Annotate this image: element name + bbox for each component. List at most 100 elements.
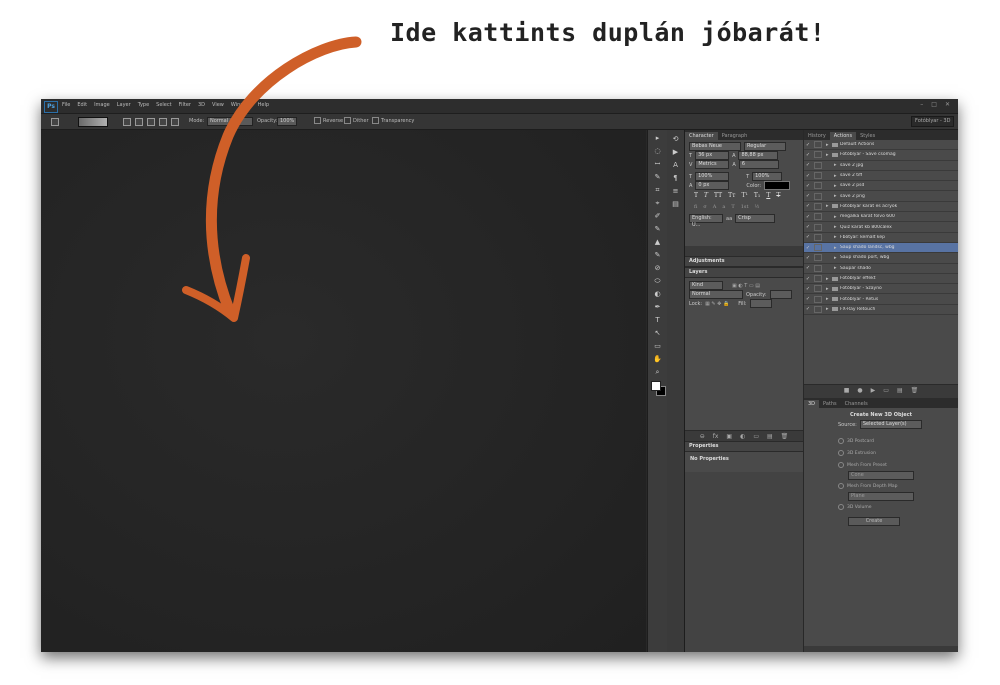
all-caps-button[interactable]: TT (714, 192, 722, 199)
layer-kind-filter[interactable]: Kind (689, 281, 723, 290)
lasso-tool-icon[interactable]: ꟷ (653, 160, 662, 168)
action-check-icon[interactable]: ✓ (804, 173, 812, 179)
option-mesh-preset[interactable]: Mesh From Preset (804, 459, 958, 471)
menu-type[interactable]: Type (138, 102, 149, 108)
workspace-select[interactable]: Fotóblyar - 3D (911, 116, 954, 127)
action-row[interactable]: ✓ ▸ Fotóblyar effekt (804, 274, 958, 285)
action-check-icon[interactable]: ✓ (804, 245, 812, 251)
layers-header[interactable]: Layers (685, 267, 803, 278)
action-dialog-toggle[interactable] (814, 223, 822, 231)
action-row[interactable]: ✓ ▸ Fotóblyar - Retus (804, 294, 958, 305)
group-icon[interactable]: ▭ (753, 433, 759, 440)
option-mesh-depth[interactable]: Mesh From Depth Map (804, 480, 958, 492)
lock-icons[interactable]: ▦ ✎ ✥ 🔒 (705, 301, 729, 307)
stamp-tool-icon[interactable]: ▲ (653, 238, 662, 246)
new-action-icon[interactable]: ▤ (897, 387, 903, 394)
action-row[interactable]: ✓ ▸ Saupar shado (804, 264, 958, 274)
create-button[interactable]: Create (848, 517, 900, 526)
new-set-icon[interactable]: ▭ (883, 387, 889, 394)
foreground-color[interactable] (650, 381, 661, 391)
small-caps-button[interactable]: Tт (728, 192, 735, 199)
font-size-input[interactable]: 36 px (695, 151, 730, 160)
play-icon[interactable]: ▶ (871, 387, 876, 394)
action-check-icon[interactable]: ✓ (804, 142, 812, 148)
action-check-icon[interactable]: ✓ (804, 296, 812, 302)
tab-styles[interactable]: Styles (856, 132, 879, 140)
properties-icon[interactable]: ≡ (672, 187, 680, 195)
adjustments-header[interactable]: Adjustments (685, 256, 803, 267)
action-row[interactable]: ✓ ▸ save 2 tiff (804, 171, 958, 182)
transparency-checkbox[interactable] (372, 117, 379, 124)
faux-bold-button[interactable]: T (694, 192, 698, 199)
menu-select[interactable]: Select (156, 102, 171, 108)
action-row[interactable]: ✓ ▸ Fotóblyar - Save csomag (804, 150, 958, 161)
angle-gradient-icon[interactable] (147, 118, 155, 126)
underline-button[interactable]: T (766, 192, 770, 199)
link-layers-icon[interactable]: ⊖ (700, 433, 705, 440)
quick-select-tool-icon[interactable]: ✎ (653, 173, 662, 181)
action-dialog-toggle[interactable] (814, 161, 822, 169)
menu-window[interactable]: Window (231, 102, 251, 108)
preset-select[interactable]: Cone (848, 471, 914, 480)
new-layer-icon[interactable]: ▤ (767, 433, 773, 440)
history-icon[interactable]: ⟲ (672, 135, 680, 143)
action-dialog-toggle[interactable] (814, 305, 822, 313)
superscript-button[interactable]: T¹ (741, 192, 747, 199)
action-row[interactable]: ✓ ▸ Saup shado port, wbg (804, 253, 958, 264)
hand-tool-icon[interactable]: ✋ (653, 355, 662, 363)
action-row[interactable]: ✓ ▸ Default Actions (804, 140, 958, 151)
action-dialog-toggle[interactable] (814, 264, 822, 272)
radio-icon[interactable] (838, 450, 844, 456)
menu-help[interactable]: Help (258, 102, 269, 108)
action-dialog-toggle[interactable] (814, 192, 822, 200)
path-select-tool-icon[interactable]: ↖ (653, 329, 662, 337)
action-check-icon[interactable]: ✓ (804, 286, 812, 292)
action-check-icon[interactable]: ✓ (804, 224, 812, 230)
adjustment-layer-icon[interactable]: ◐ (740, 433, 745, 440)
tab-3d[interactable]: 3D (804, 400, 820, 408)
paragraph-icon[interactable]: ¶ (672, 174, 680, 182)
layer-opacity-input[interactable] (769, 290, 792, 299)
fraction-button[interactable]: ½ (754, 204, 759, 210)
action-dialog-toggle[interactable] (814, 141, 822, 149)
action-dialog-toggle[interactable] (814, 172, 822, 180)
action-check-icon[interactable]: ✓ (804, 162, 812, 168)
fx-icon[interactable]: fx (713, 433, 719, 440)
radio-icon[interactable] (838, 462, 844, 468)
menu-edit[interactable]: Edit (77, 102, 87, 108)
menu-image[interactable]: Image (94, 102, 110, 108)
crop-tool-icon[interactable]: ⌗ (653, 186, 662, 194)
option-3d-volume[interactable]: 3D Volume (804, 501, 958, 513)
linear-gradient-icon[interactable] (123, 118, 131, 126)
action-dialog-toggle[interactable] (814, 285, 822, 293)
tab-actions[interactable]: Actions (829, 132, 857, 140)
source-select[interactable]: Selected Layer(s) (859, 420, 922, 429)
alternates-button[interactable]: a (722, 204, 725, 210)
shape-tool-icon[interactable]: ▭ (653, 342, 662, 350)
tab-channels[interactable]: Channels (841, 400, 872, 408)
tab-history[interactable]: History (804, 132, 830, 140)
mask-icon[interactable]: ▣ (726, 433, 732, 440)
titling-button[interactable]: T (731, 204, 734, 210)
tool-preset-icon[interactable] (51, 118, 59, 126)
minimize-button[interactable]: – (920, 101, 923, 108)
action-dialog-toggle[interactable] (814, 295, 822, 303)
action-dialog-toggle[interactable] (814, 213, 822, 221)
option-3d-postcard[interactable]: 3D Postcard (804, 435, 958, 447)
radio-icon[interactable] (838, 504, 844, 510)
tab-paths[interactable]: Paths (819, 400, 841, 408)
healing-tool-icon[interactable]: ✐ (653, 212, 662, 220)
action-row[interactable]: ✓ ▸ save 2 psd (804, 181, 958, 192)
tracking-input[interactable]: 6 (738, 160, 779, 169)
delete-layer-icon[interactable]: 🗑 (781, 433, 789, 440)
action-check-icon[interactable]: ✓ (804, 203, 812, 209)
blend-mode-select[interactable]: Normal (689, 290, 743, 299)
ligature-button[interactable]: fi (694, 204, 697, 210)
language-select[interactable]: English: U... (689, 214, 723, 228)
action-dialog-toggle[interactable] (814, 233, 822, 241)
canvas-area[interactable] (41, 130, 646, 652)
ordinal-button[interactable]: 1st (741, 204, 749, 210)
type-tool-icon[interactable]: T (653, 316, 662, 324)
marquee-tool-icon[interactable]: ◌ (653, 147, 662, 155)
menu-filter[interactable]: Filter (179, 102, 191, 108)
